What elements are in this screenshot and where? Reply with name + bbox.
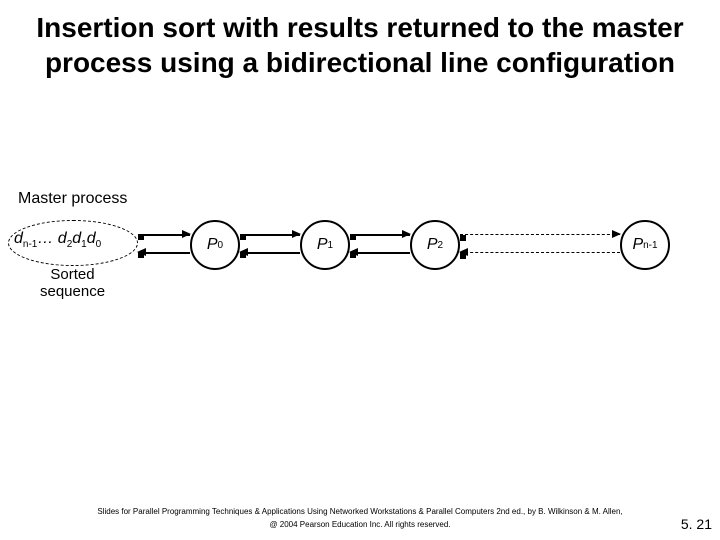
diagram: Master process dn-1… d2d1d0 Sortedsequen… xyxy=(0,190,720,330)
arrow-left-icon xyxy=(350,252,410,254)
process-p1: P1 xyxy=(300,220,350,270)
arrow-left-icon xyxy=(138,252,190,254)
footer-citation: Slides for Parallel Programming Techniqu… xyxy=(0,506,720,532)
process-pn: Pn-1 xyxy=(620,220,670,270)
footer-line-2: @ 2004 Pearson Education Inc. All rights… xyxy=(0,519,720,532)
arrow-right-dashed-icon xyxy=(460,234,620,235)
process-p0: P0 xyxy=(190,220,240,270)
arrow-left-icon xyxy=(240,252,300,254)
arrow-right-icon xyxy=(138,234,190,236)
sorted-sequence-caption: Sortedsequence xyxy=(40,266,105,301)
arrow-right-icon xyxy=(350,234,410,236)
master-process-label: Master process xyxy=(18,190,127,208)
footer-line-1: Slides for Parallel Programming Techniqu… xyxy=(0,506,720,519)
process-p2: P2 xyxy=(410,220,460,270)
arrow-left-dashed-icon xyxy=(460,252,620,253)
arrow-right-icon xyxy=(240,234,300,236)
sequence-elements: dn-1… d2d1d0 xyxy=(14,230,101,250)
page-number: 5. 21 xyxy=(681,516,712,532)
slide-title: Insertion sort with results returned to … xyxy=(0,0,720,80)
